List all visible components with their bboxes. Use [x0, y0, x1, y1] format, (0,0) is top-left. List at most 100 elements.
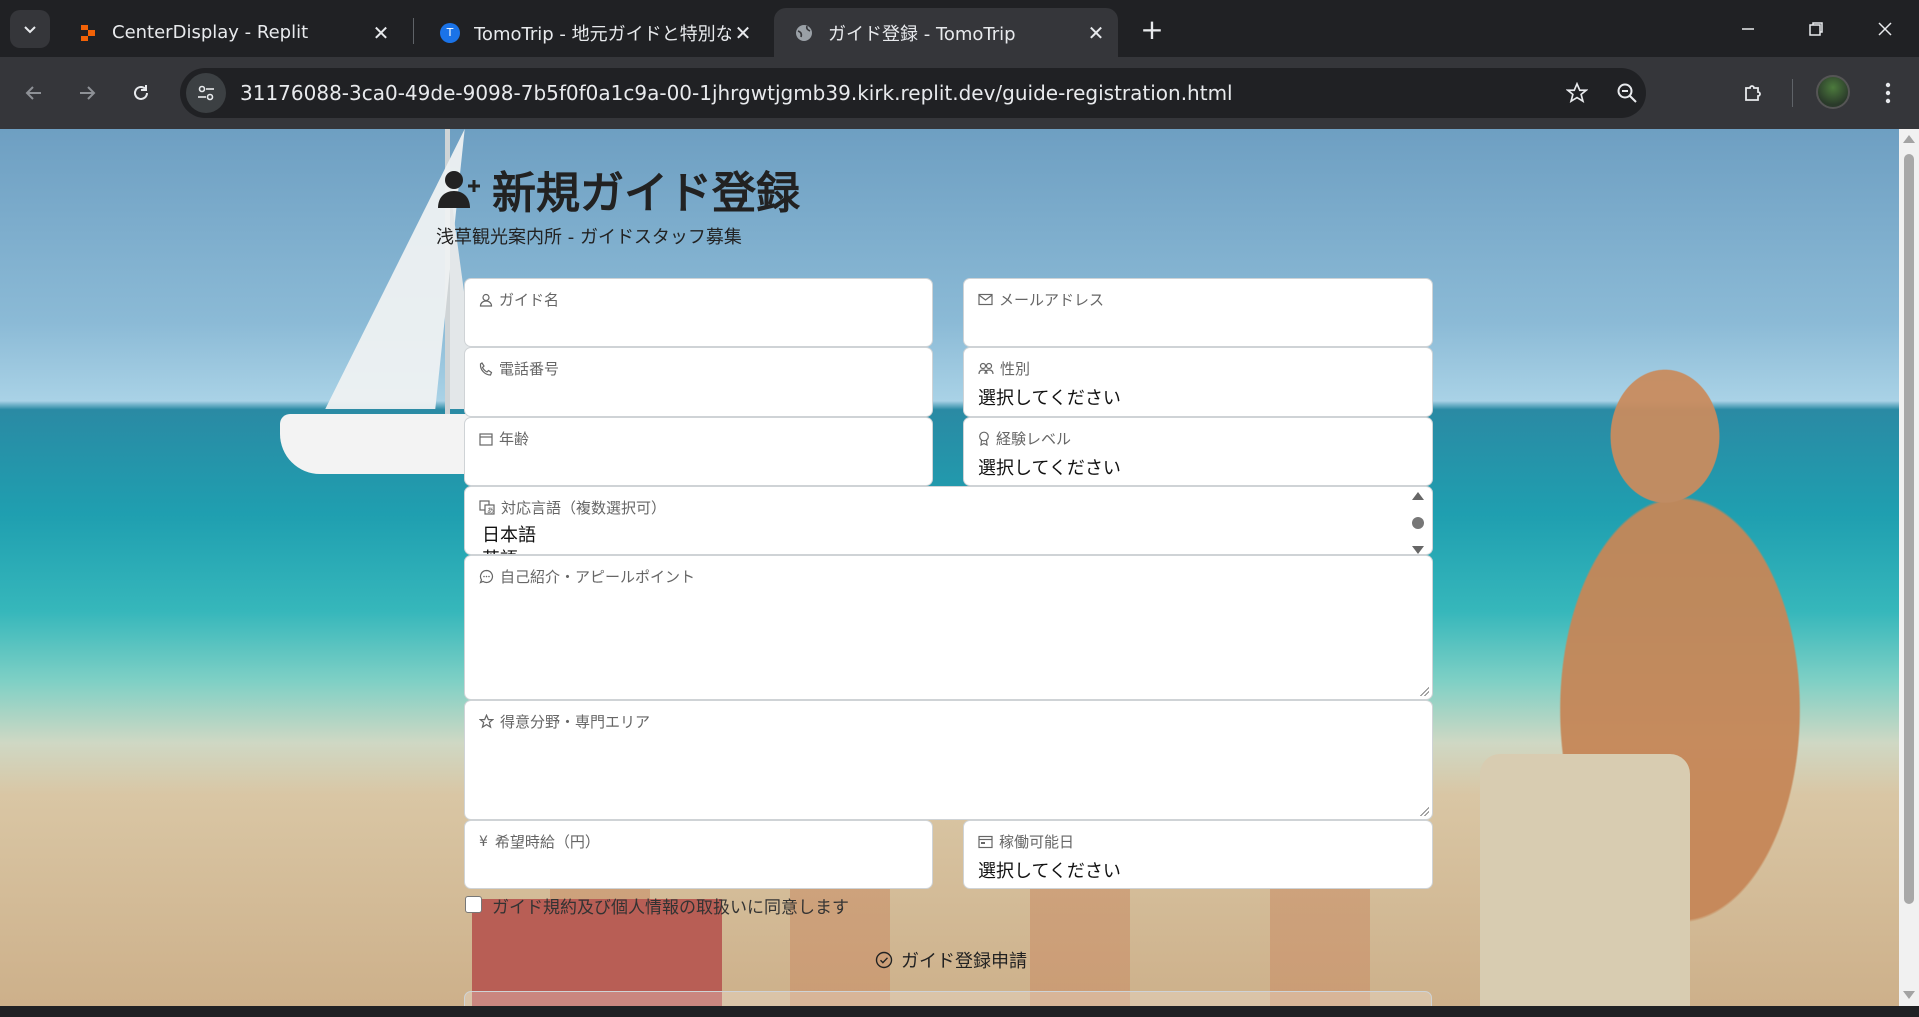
resize-handle[interactable]	[1419, 806, 1429, 816]
globe-icon	[794, 23, 814, 43]
field-label-text: 自己紹介・アピールポイント	[500, 568, 696, 586]
gender-selected-value: 選択してください	[978, 388, 1121, 409]
bookmark-button[interactable]	[1557, 73, 1597, 113]
field-label-text: 性別	[1000, 360, 1031, 378]
new-tab-button[interactable]: +	[1135, 12, 1169, 46]
agree-label[interactable]: ガイド規約及び個人情報の取扱いに同意します	[492, 893, 849, 918]
resize-handle[interactable]	[1419, 686, 1429, 696]
field-label-text: メールアドレス	[999, 291, 1105, 309]
extensions-button[interactable]	[1733, 73, 1773, 113]
background-photo-shorts	[1480, 754, 1690, 1006]
replit-icon	[78, 23, 98, 43]
scrollbar-thumb[interactable]	[1904, 154, 1914, 904]
yen-icon: ¥	[479, 833, 488, 850]
back-button[interactable]	[14, 73, 54, 113]
gender-label: 性別	[978, 358, 1030, 379]
close-tab-icon[interactable]: ✕	[1084, 21, 1108, 45]
age-label: 年齢	[479, 428, 529, 449]
wage-field[interactable]: ¥ 希望時給（円）	[464, 820, 933, 889]
reload-button[interactable]	[121, 73, 161, 113]
page-viewport: 新規ガイド登録 浅草観光案内所 - ガイドスタッフ募集 ガイド名 メールアドレス…	[0, 129, 1899, 1006]
forward-button[interactable]	[67, 73, 107, 113]
site-info-button[interactable]	[186, 73, 226, 113]
translate-icon: あ	[479, 500, 495, 515]
next-section-card	[464, 991, 1432, 1006]
submit-button-label: ガイド登録申請	[901, 951, 1027, 972]
page-title-text: 新規ガイド登録	[492, 168, 800, 219]
more-vert-icon	[1885, 82, 1891, 104]
listbox-scrollbar[interactable]	[1410, 491, 1426, 555]
tab-bar: CenterDisplay - Replit ✕ T TomoTrip - 地元…	[0, 0, 1919, 57]
menu-button[interactable]	[1868, 73, 1908, 113]
scroll-down-arrow[interactable]	[1903, 991, 1915, 999]
field-label-text: 希望時給（円）	[494, 833, 600, 851]
email-field[interactable]: メールアドレス	[963, 278, 1433, 347]
close-tab-icon[interactable]: ✕	[731, 21, 755, 45]
languages-multiselect[interactable]: あ 対応言語（複数選択可） 日本語 英語	[464, 486, 1433, 555]
guide-name-label: ガイド名	[479, 289, 559, 310]
zoom-button[interactable]	[1607, 73, 1647, 113]
zoom-out-icon	[1617, 83, 1637, 103]
person-icon	[479, 293, 493, 307]
page-scrollbar[interactable]	[1899, 129, 1919, 1006]
field-label-text: 年齢	[499, 430, 530, 448]
tab-replit[interactable]: CenterDisplay - Replit ✕	[58, 8, 403, 57]
field-label-text: 稼働可能日	[999, 833, 1075, 851]
restore-button[interactable]	[1782, 0, 1850, 57]
calendar-icon	[479, 432, 493, 446]
close-icon	[1878, 21, 1892, 36]
age-field[interactable]: 年齢	[464, 417, 933, 486]
tomotrip-icon: T	[440, 22, 460, 43]
tab-title: CenterDisplay - Replit	[112, 22, 309, 43]
url-text: 31176088-3ca0-49de-9098-7b5f0f0a1c9a-00-…	[240, 81, 1233, 105]
close-tab-icon[interactable]: ✕	[369, 21, 393, 45]
telephone-icon	[479, 361, 493, 376]
scroll-up-arrow[interactable]	[1903, 135, 1915, 143]
specialty-textarea[interactable]: 得意分野・専門エリア	[464, 700, 1433, 820]
tab-guide-registration[interactable]: ガイド登録 - TomoTrip ✕	[774, 8, 1118, 57]
availability-select[interactable]: 稼働可能日 選択してください	[963, 820, 1433, 889]
agree-checkbox[interactable]	[465, 896, 482, 913]
scroll-up-icon[interactable]	[1411, 491, 1425, 501]
field-label-text: 電話番号	[499, 360, 560, 378]
tab-tomotrip[interactable]: T TomoTrip - 地元ガイドと特別な旅 ✕	[420, 8, 765, 57]
reload-icon	[134, 85, 148, 100]
languages-label: あ 対応言語（複数選択可）	[479, 497, 666, 518]
field-label-text: 経験レベル	[996, 430, 1072, 448]
tune-icon	[198, 85, 214, 101]
experience-selected-value: 選択してください	[978, 458, 1121, 479]
tab-search-button[interactable]	[10, 10, 50, 48]
language-option[interactable]: 英語	[482, 545, 518, 554]
arrow-left-icon	[25, 86, 41, 100]
tab-title: ガイド登録 - TomoTrip	[828, 23, 1016, 45]
intro-label: 自己紹介・アピールポイント	[479, 566, 695, 587]
award-icon	[979, 431, 989, 446]
favicon-letter: T	[440, 22, 460, 43]
window-bottom-edge	[0, 1006, 1919, 1017]
tab-title: TomoTrip - 地元ガイドと特別な旅	[474, 23, 731, 45]
minimize-button[interactable]	[1714, 0, 1782, 57]
page-title: 新規ガイド登録	[434, 157, 800, 221]
availability-selected-value: 選択してください	[978, 861, 1121, 882]
envelope-icon	[978, 293, 993, 306]
chat-icon	[479, 569, 494, 584]
toolbar-separator	[1792, 79, 1793, 107]
field-label-text: ガイド名	[499, 291, 560, 309]
scroll-down-icon[interactable]	[1411, 545, 1425, 555]
close-window-button[interactable]	[1851, 0, 1919, 57]
tab-separator	[413, 18, 414, 44]
people-icon	[978, 362, 994, 374]
phone-field[interactable]: 電話番号	[464, 347, 933, 417]
user-plus-icon	[438, 171, 480, 208]
profile-avatar[interactable]	[1816, 75, 1850, 109]
intro-textarea[interactable]: 自己紹介・アピールポイント	[464, 555, 1433, 700]
submit-button[interactable]: ガイド登録申請	[875, 947, 1027, 973]
language-option[interactable]: 日本語	[482, 521, 536, 547]
field-label-text: 得意分野・専門エリア	[500, 713, 651, 731]
address-bar[interactable]: 31176088-3ca0-49de-9098-7b5f0f0a1c9a-00-…	[180, 68, 1646, 118]
gender-select[interactable]: 性別 選択してください	[963, 347, 1433, 417]
scroll-thumb[interactable]	[1411, 516, 1425, 530]
arrow-right-icon	[80, 86, 96, 100]
experience-select[interactable]: 経験レベル 選択してください	[963, 417, 1433, 486]
guide-name-field[interactable]: ガイド名	[464, 278, 933, 347]
